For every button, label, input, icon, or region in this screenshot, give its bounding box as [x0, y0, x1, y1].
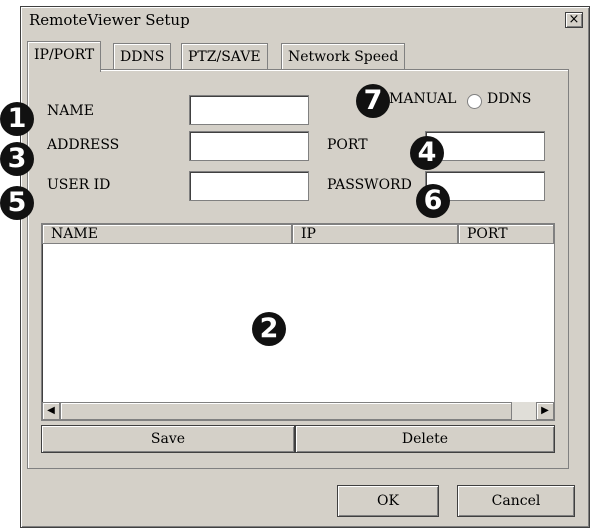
tab-ptz-save[interactable]: PTZ/SAVE [181, 43, 268, 70]
column-ip[interactable]: IP [292, 224, 458, 244]
cancel-button[interactable]: Cancel [457, 485, 575, 517]
callout-7: 7 [356, 84, 390, 118]
title-bar[interactable]: RemoteViewer Setup × [23, 9, 587, 29]
callout-6: 6 [416, 184, 450, 218]
scroll-left-button[interactable]: ◀ [42, 402, 60, 420]
callout-4: 4 [410, 136, 444, 170]
callout-5: 5 [0, 186, 34, 220]
column-port[interactable]: PORT [458, 224, 554, 244]
tab-ddns[interactable]: DDNS [113, 43, 172, 70]
callout-2: 2 [252, 312, 286, 346]
user-id-label: USER ID [47, 177, 111, 193]
save-button[interactable]: Save [41, 425, 295, 453]
ddns-radio[interactable] [467, 94, 482, 109]
list-header: NAME IP PORT [42, 224, 554, 244]
ddns-label[interactable]: DDNS [487, 91, 531, 107]
manual-label[interactable]: MANUAL [389, 91, 456, 107]
scroll-thumb[interactable] [60, 402, 512, 420]
scroll-right-button[interactable]: ▶ [536, 402, 554, 420]
ok-button[interactable]: OK [337, 485, 439, 517]
callout-3: 3 [0, 142, 34, 176]
close-button[interactable]: × [565, 12, 583, 28]
tab-ip-port[interactable]: IP/PORT [27, 41, 102, 72]
column-name[interactable]: NAME [42, 224, 292, 244]
horizontal-scrollbar[interactable]: ◀ ▶ [42, 402, 554, 420]
name-field[interactable] [189, 95, 309, 125]
address-field[interactable] [189, 131, 309, 161]
window-title: RemoteViewer Setup [29, 11, 190, 29]
port-label: PORT [327, 137, 368, 153]
setup-dialog: RemoteViewer Setup × IP/PORT DDNS PTZ/SA… [20, 6, 590, 528]
delete-button[interactable]: Delete [295, 425, 555, 453]
user-id-field[interactable] [189, 171, 309, 201]
callout-1: 1 [0, 102, 34, 136]
server-list[interactable]: NAME IP PORT ◀ ▶ [41, 223, 555, 421]
name-label: NAME [47, 103, 94, 119]
tab-network-speed[interactable]: Network Speed [281, 43, 406, 70]
password-label: PASSWORD [327, 177, 412, 193]
address-label: ADDRESS [47, 137, 120, 153]
